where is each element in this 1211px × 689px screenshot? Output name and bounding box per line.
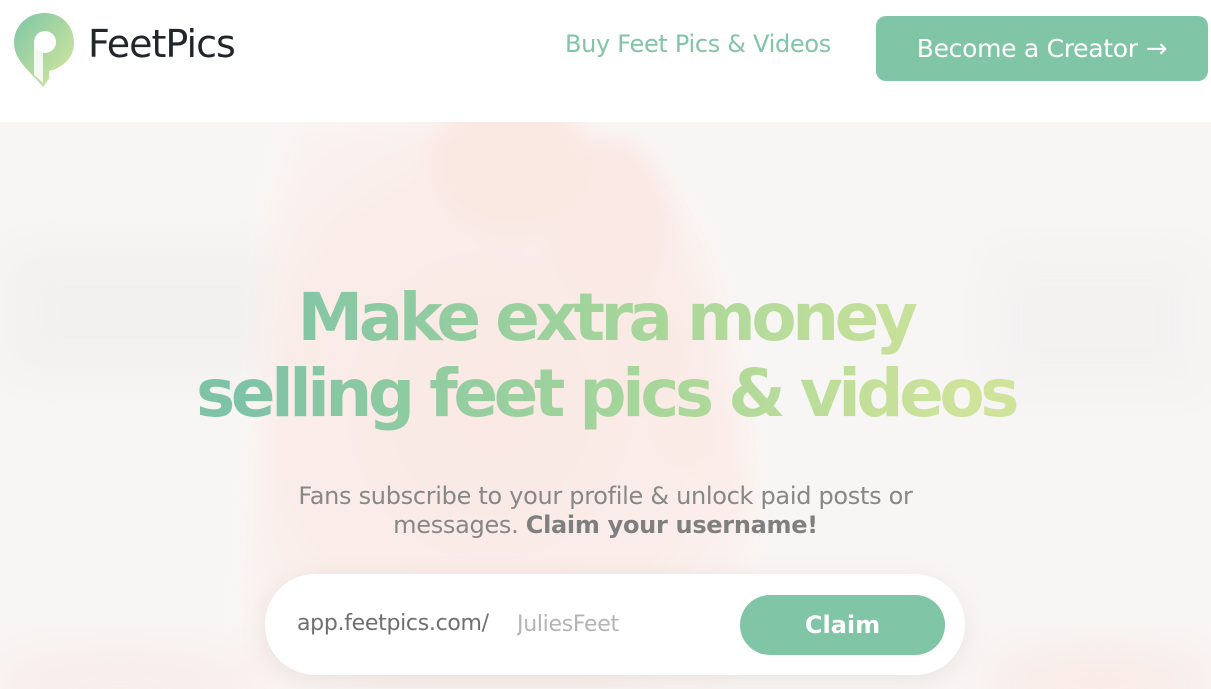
claim-button[interactable]: Claim	[740, 595, 945, 655]
hero-subtext: Fans subscribe to your profile & unlock …	[250, 482, 961, 540]
headline-line-2: selling feet pics & videos	[196, 355, 1015, 432]
subtext-line-1: Fans subscribe to your profile & unlock …	[298, 482, 913, 510]
page: FeetPics Buy Feet Pics & Videos Become a…	[0, 0, 1211, 689]
hero-headline: Make extra money selling feet pics & vid…	[0, 280, 1211, 432]
right-arrow-icon: →	[1145, 33, 1168, 64]
site-header: FeetPics Buy Feet Pics & Videos Become a…	[0, 0, 1211, 122]
hero-section: Make extra money selling feet pics & vid…	[0, 122, 1211, 689]
become-creator-button[interactable]: Become a Creator →	[876, 16, 1208, 81]
username-input[interactable]	[517, 606, 732, 642]
become-creator-label: Become a Creator	[916, 34, 1138, 63]
claim-username-form: app.feetpics.com/ Claim	[265, 574, 965, 675]
logo-icon[interactable]	[10, 9, 80, 89]
headline-line-1: Make extra money	[297, 279, 914, 356]
url-prefix: app.feetpics.com/	[297, 611, 489, 636]
subtext-line-2: messages.	[393, 511, 519, 539]
buy-pics-link[interactable]: Buy Feet Pics & Videos	[565, 30, 831, 58]
subtext-bold: Claim your username!	[525, 511, 818, 539]
brand-name[interactable]: FeetPics	[88, 22, 236, 66]
